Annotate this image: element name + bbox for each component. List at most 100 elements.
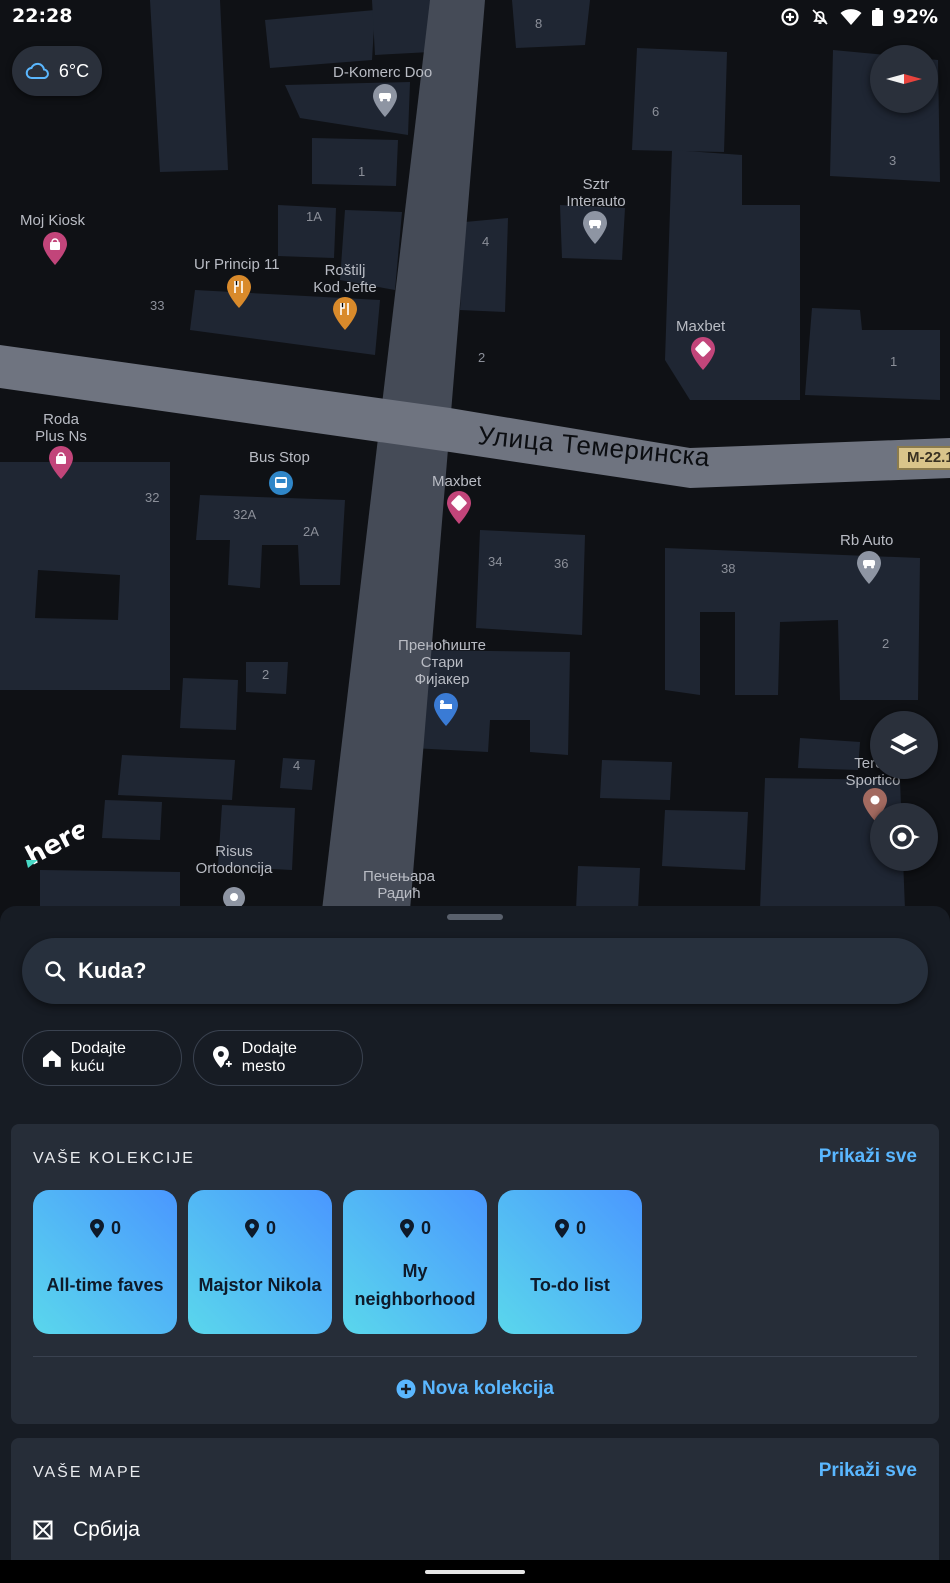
map-layers-button[interactable] (870, 711, 938, 779)
poi-label[interactable]: Rb Auto (840, 532, 893, 549)
status-time: 22:28 (12, 5, 73, 27)
map-canvas[interactable] (0, 0, 950, 910)
house-number: 1 (890, 354, 898, 369)
search-icon (45, 961, 66, 982)
poi-label[interactable]: Печењара Радић (361, 868, 437, 902)
house-number: 2 (882, 636, 890, 651)
collection-count-value: 0 (420, 1218, 431, 1238)
weather-temperature: 6°C (58, 60, 90, 81)
location-target-icon (889, 824, 920, 850)
bus-stop-icon[interactable] (268, 470, 294, 496)
house-number: 4 (293, 758, 301, 773)
poi-label[interactable]: D-Komerc Doo (333, 64, 432, 81)
car-service-pin-icon[interactable] (582, 211, 608, 245)
new-collection-button[interactable]: Nova kolekcija (11, 1378, 939, 1400)
search-input[interactable]: Kuda? (78, 958, 146, 984)
sheet-drag-handle[interactable] (447, 914, 503, 920)
car-service-pin-icon[interactable] (856, 551, 882, 585)
home-icon (42, 1050, 61, 1067)
betting-pin-icon[interactable] (446, 491, 472, 525)
system-navigation-bar (0, 1560, 950, 1583)
restaurant-pin-icon[interactable] (226, 275, 252, 309)
maps-card: VAŠE MAPE Prikaži sve Србија (11, 1438, 939, 1568)
poi-label[interactable]: Roštilj Kod Jefte (310, 262, 380, 296)
house-number: 2 (262, 667, 270, 682)
collection-count-value: 0 (110, 1218, 121, 1238)
collection-name: Majstor Nikola (198, 1275, 322, 1295)
poi-label[interactable]: Risus Ortodoncija (191, 843, 277, 877)
offline-map-icon (33, 1520, 53, 1540)
add-home-label: Dodajte kuću (70, 1040, 126, 1075)
poi-label[interactable]: Maxbet (676, 318, 725, 335)
status-bar: 22:28 92% (0, 0, 950, 36)
hotel-pin-icon[interactable] (433, 693, 459, 727)
wifi-icon (840, 9, 862, 25)
collection-tile[interactable]: 0 Majstor Nikola (188, 1190, 332, 1334)
status-icons: 92% (780, 6, 938, 28)
collection-name: All-time faves (46, 1275, 164, 1295)
add-circle-icon (396, 1379, 416, 1399)
add-place-label: Dodajte mesto (241, 1040, 297, 1075)
home-gesture-handle[interactable] (425, 1570, 525, 1574)
map-view[interactable]: Улица Темеринска M-22.1 8 6 3 1 1A 4 33 … (0, 0, 950, 910)
poi-label[interactable]: Roda Plus Ns (30, 411, 92, 445)
collection-name: To-do list (530, 1275, 610, 1295)
car-service-pin-icon[interactable] (372, 84, 398, 118)
place-pin-icon (554, 1218, 569, 1238)
poi-label[interactable]: Ur Princip 11 (194, 256, 280, 273)
road-shield: M-22.1 (897, 446, 950, 470)
new-collection-label: Nova kolekcija (421, 1378, 555, 1399)
here-logo: here (24, 820, 84, 870)
battery-icon (871, 8, 883, 26)
collection-count: 0 (188, 1218, 332, 1239)
data-saver-icon (780, 8, 799, 26)
locate-me-button[interactable] (870, 803, 938, 871)
notifications-off-icon (811, 9, 828, 25)
compass-icon (886, 74, 922, 84)
house-number: 6 (652, 104, 660, 119)
restaurant-pin-icon[interactable] (332, 297, 358, 331)
add-place-chip[interactable]: Dodajte mesto (193, 1030, 363, 1086)
maps-show-all-link[interactable]: Prikaži sve (819, 1460, 917, 1482)
shopping-pin-icon[interactable] (42, 232, 68, 266)
bottom-sheet[interactable]: Kuda? Dodajte kuću Dodajte mesto VAŠE KO… (0, 906, 950, 1568)
poi-label[interactable]: Преноћиште Стари Фијакер (396, 637, 488, 688)
house-number: 32A (233, 507, 257, 522)
search-bar[interactable]: Kuda? (22, 938, 928, 1004)
collection-name: My neighborhood (354, 1261, 476, 1309)
collections-show-all-link[interactable]: Prikaži sve (819, 1146, 917, 1168)
poi-label[interactable]: Maxbet (432, 473, 481, 490)
collection-count-value: 0 (575, 1218, 586, 1238)
poi-label[interactable]: Bus Stop (249, 449, 310, 466)
compass-button[interactable] (870, 45, 938, 113)
collections-title: VAŠE KOLEKCIJE (33, 1150, 195, 1167)
house-number: 33 (150, 298, 165, 313)
weather-chip[interactable]: 6°C (12, 46, 102, 96)
collection-count-value: 0 (265, 1218, 276, 1238)
poi-label[interactable]: Moj Kiosk (20, 212, 85, 229)
divider (33, 1356, 917, 1357)
house-number: 3 (889, 153, 897, 168)
offline-map-item[interactable]: Србија (33, 1518, 140, 1542)
collection-count: 0 (498, 1218, 642, 1239)
house-number: 38 (721, 561, 736, 576)
collection-tile[interactable]: 0 All-time faves (33, 1190, 177, 1334)
maps-title: VAŠE MAPE (33, 1464, 143, 1481)
collection-tile[interactable]: 0 My neighborhood (343, 1190, 487, 1334)
house-number: 2A (303, 524, 319, 539)
place-pin-icon (399, 1218, 414, 1238)
add-place-icon (212, 1046, 234, 1069)
shopping-pin-icon[interactable] (48, 446, 74, 480)
offline-map-name: Србија (73, 1518, 140, 1541)
poi-label[interactable]: Sztr Interauto (560, 176, 632, 210)
add-home-chip[interactable]: Dodajte kuću (22, 1030, 182, 1086)
battery-percent: 92% (892, 6, 938, 28)
place-pin-icon (244, 1218, 259, 1238)
collection-tile[interactable]: 0 To-do list (498, 1190, 642, 1334)
betting-pin-icon[interactable] (690, 337, 716, 371)
collection-count: 0 (343, 1218, 487, 1239)
house-number: 34 (488, 554, 503, 569)
cloud-icon (25, 62, 49, 79)
layers-icon (890, 733, 918, 755)
collection-count: 0 (33, 1218, 177, 1239)
